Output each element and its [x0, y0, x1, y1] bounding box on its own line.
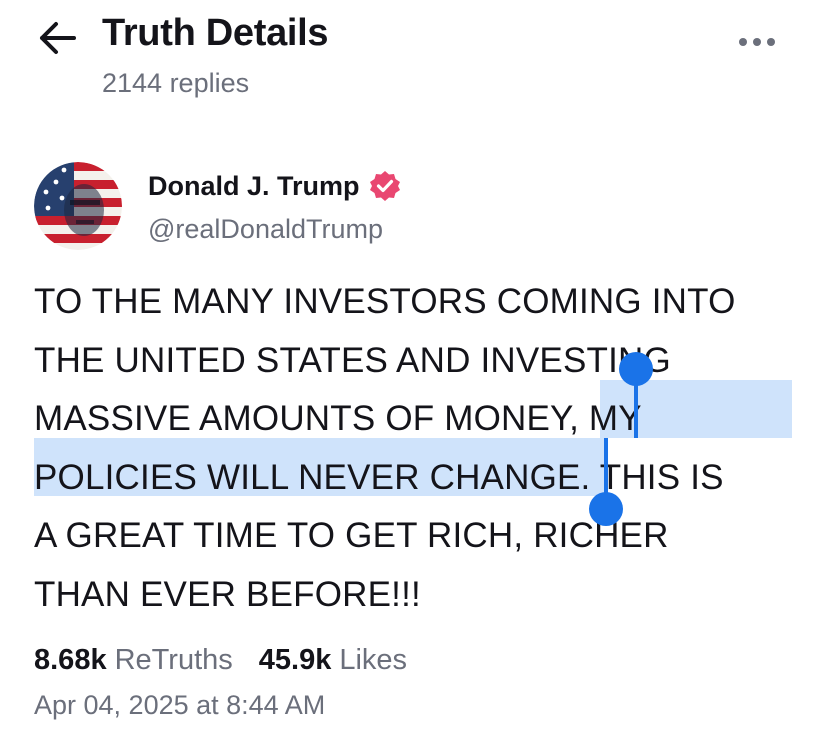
likes-label: Likes: [339, 643, 408, 676]
author-name-row: Donald J. Trump: [148, 168, 402, 204]
likes-count: 45.9k: [258, 643, 332, 676]
arrow-left-icon: [36, 18, 80, 58]
replies-count: 2144 replies: [102, 68, 250, 98]
author-name[interactable]: Donald J. Trump: [148, 171, 360, 202]
selection-end-handle[interactable]: [589, 492, 623, 526]
avatar[interactable]: [34, 162, 122, 250]
post-text-line: A GREAT TIME TO GET RICH, RICHER: [34, 516, 669, 555]
post-author: Donald J. Trump @realDonaldTrump: [34, 158, 734, 254]
retruths-stat[interactable]: 8.68k ReTruths: [34, 644, 233, 677]
retruths-count: 8.68k: [34, 643, 107, 676]
post-text-line: THAN EVER BEFORE!!!: [34, 574, 421, 614]
page-title: Truth Details: [102, 12, 329, 54]
post-timestamp: Apr 04, 2025 at 8:44 AM: [34, 690, 326, 720]
post-text-line: POLICIES WILL NEVER CHANGE. THIS IS: [34, 457, 724, 497]
author-handle[interactable]: @realDonaldTrump: [148, 214, 383, 245]
top-bar: Truth Details 2144 replies: [0, 0, 820, 120]
post-stats: 8.68k ReTruths 45.9k Likes: [34, 640, 407, 680]
post-text-line: TO THE MANY INVESTORS COMING INTO: [34, 282, 736, 321]
post-text-line: THE UNITED STATES AND INVESTING: [34, 340, 671, 380]
post-text[interactable]: TO THE MANY INVESTORS COMING INTO THE UN…: [34, 273, 804, 624]
post-text-line: MASSIVE AMOUNTS OF MONEY, MY: [34, 399, 642, 438]
retruths-label: ReTruths: [114, 643, 233, 676]
back-button[interactable]: [36, 18, 80, 58]
more-horizontal-icon: [733, 38, 781, 60]
verified-badge-icon: [368, 169, 402, 203]
selection-start-handle[interactable]: [619, 352, 653, 386]
more-options-button[interactable]: [733, 28, 781, 56]
likes-stat[interactable]: 45.9k Likes: [259, 644, 407, 677]
